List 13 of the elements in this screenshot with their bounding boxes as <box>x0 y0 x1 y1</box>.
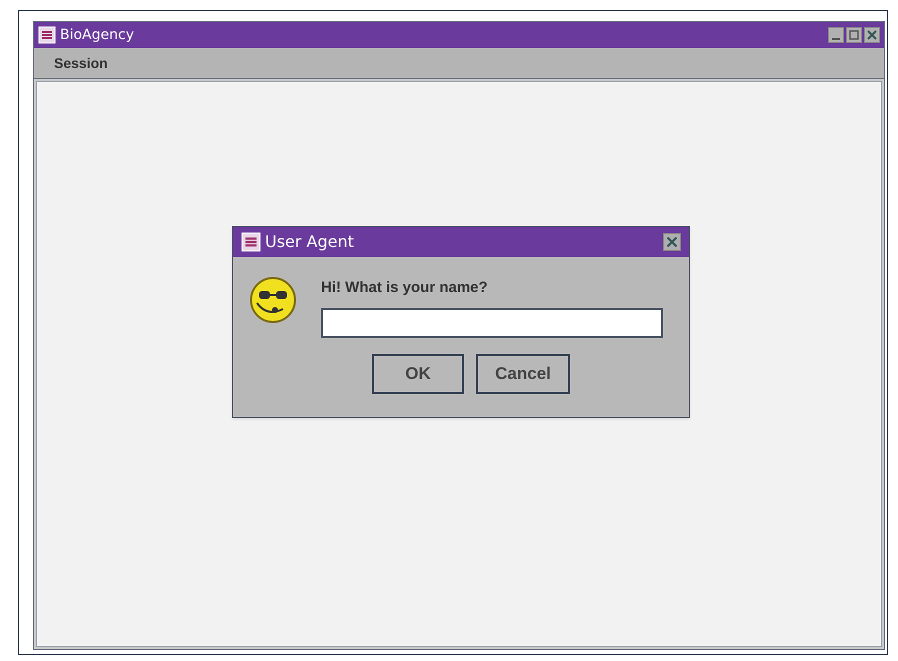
app-icon <box>241 232 261 252</box>
minimize-icon[interactable] <box>828 27 844 43</box>
window-title: BioAgency <box>60 26 134 44</box>
dialog-title: User Agent <box>265 231 354 253</box>
cancel-button[interactable]: Cancel <box>476 354 570 394</box>
close-icon[interactable] <box>663 233 681 251</box>
ok-button[interactable]: OK <box>372 354 464 394</box>
close-icon[interactable] <box>864 27 880 43</box>
app-icon <box>38 26 56 44</box>
prompt-text: Hi! What is your name? <box>321 278 489 298</box>
menu-item[interactable]: Session <box>54 52 108 74</box>
name-field[interactable] <box>321 308 663 338</box>
maximize-icon[interactable] <box>846 27 862 43</box>
